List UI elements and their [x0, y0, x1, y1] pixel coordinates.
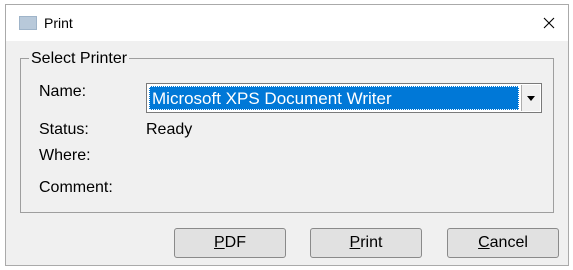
- where-label: Where:: [39, 147, 91, 164]
- printer-select[interactable]: Microsoft XPS Document Writer: [146, 83, 542, 113]
- cancel-button-mnemonic: C: [478, 234, 490, 251]
- cancel-button[interactable]: Cancel: [447, 228, 559, 258]
- print-button-label: rint: [360, 234, 383, 251]
- title-bar: Print: [6, 5, 568, 41]
- window-title: Print: [44, 15, 73, 31]
- pdf-button[interactable]: P DF: [174, 228, 286, 258]
- name-label: Name:: [39, 83, 87, 100]
- printer-select-value: Microsoft XPS Document Writer: [149, 86, 519, 110]
- printer-window-icon: [19, 16, 37, 30]
- group-legend: Select Printer: [29, 50, 130, 68]
- chevron-down-icon: [527, 95, 535, 101]
- status-label: Status:: [39, 121, 89, 138]
- close-button[interactable]: [530, 5, 568, 41]
- comment-label: Comment:: [39, 179, 113, 196]
- pdf-button-label: DF: [224, 234, 246, 251]
- print-dialog: Print Select Printer Name: Microsoft XPS…: [5, 4, 569, 266]
- print-button[interactable]: Print: [310, 228, 422, 258]
- pdf-button-mnemonic: P: [214, 234, 225, 251]
- dropdown-arrow[interactable]: [521, 85, 540, 111]
- cancel-button-label: ancel: [489, 234, 528, 251]
- status-value: Ready: [146, 121, 193, 138]
- print-button-mnemonic: P: [349, 234, 361, 251]
- close-icon: [543, 17, 555, 29]
